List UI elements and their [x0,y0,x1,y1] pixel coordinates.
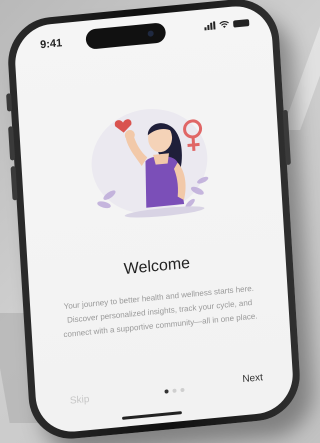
phone-side-button [10,166,18,201]
skip-button[interactable]: Skip [70,394,90,407]
dynamic-island [85,22,167,50]
page-dot-active [164,389,169,394]
page-indicator [164,387,185,394]
signal-icon [204,21,216,31]
page-dot [180,387,185,393]
wellness-illustration [91,109,209,218]
camera-icon [147,30,154,37]
status-time: 9:41 [39,37,63,52]
page-description: Your journey to better health and wellne… [63,283,258,340]
phone-mockup: 9:41 Welcome Your journey to better heal… [0,0,320,443]
phone-side-button [8,126,16,161]
phone-power-button [282,109,291,166]
status-icons [204,18,250,31]
phone-side-button [6,93,13,112]
phone-screen: 9:41 Welcome Your journey to better heal… [13,3,295,435]
battery-icon [233,18,250,28]
page-dot [172,388,177,393]
home-indicator[interactable] [122,411,182,420]
wifi-icon [219,20,229,28]
next-button[interactable]: Next [242,372,263,385]
phone-frame: 9:41 Welcome Your journey to better heal… [5,0,303,443]
